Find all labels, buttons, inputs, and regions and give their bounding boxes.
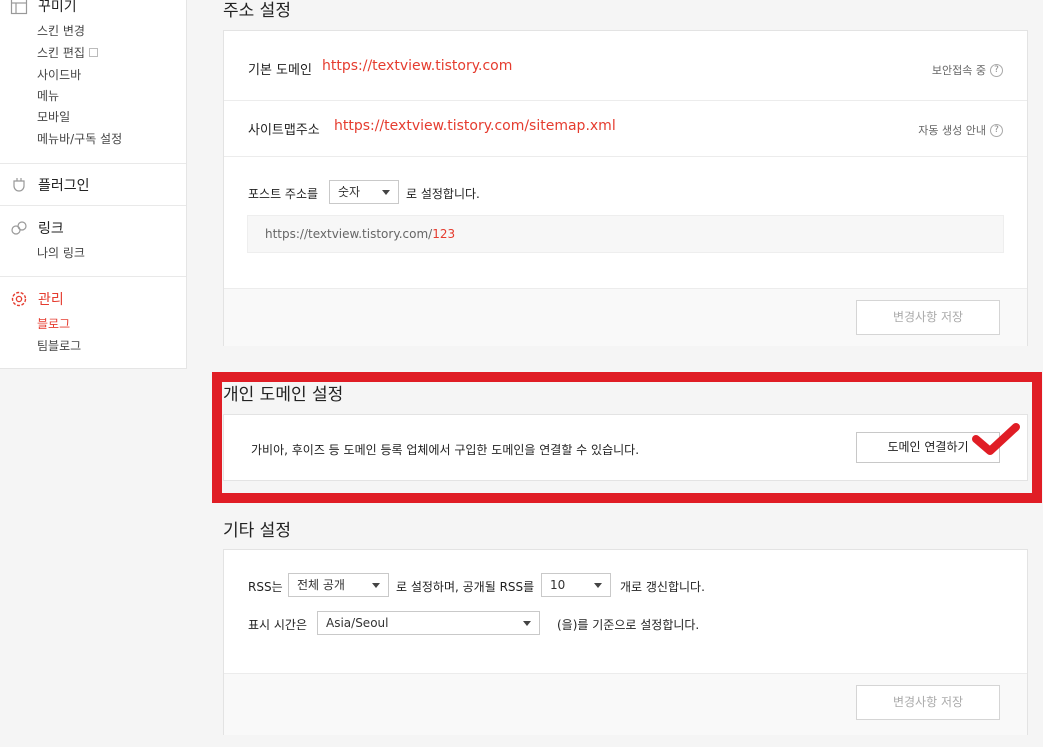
sidebar-item-blog[interactable]: 블로그	[37, 317, 70, 331]
divider	[224, 156, 1027, 157]
help-icon[interactable]: ?	[990, 63, 1003, 77]
rss-count-select[interactable]: 10	[541, 573, 611, 597]
select-value: 숫자	[338, 185, 361, 199]
select-value: 전체 공개	[297, 578, 345, 592]
select-value: Asia/Seoul	[326, 616, 389, 630]
sidebar-item-skin-change[interactable]: 스킨 변경	[37, 24, 85, 38]
help-icon[interactable]: ?	[990, 123, 1003, 137]
highlight-box	[212, 372, 1042, 503]
sidebar-head-label: 꾸미기	[38, 0, 77, 15]
divider	[224, 100, 1027, 101]
sidebar-item-menu[interactable]: 메뉴	[37, 89, 59, 103]
time-prefix: 표시 시간은	[248, 618, 308, 632]
post-address-select[interactable]: 숫자	[329, 180, 399, 204]
sidebar-item-mobile[interactable]: 모바일	[37, 110, 70, 124]
sitemap-help: 자동 생성 안내 ?	[918, 122, 1003, 138]
default-domain-label: 기본 도메인	[248, 63, 312, 78]
save-button[interactable]: 변경사항 저장	[856, 300, 1000, 335]
sidebar-item-label: 스킨 편집	[37, 46, 85, 60]
gear-icon	[10, 290, 28, 308]
divider	[0, 163, 186, 164]
caret-down-icon	[372, 583, 380, 588]
sidebar-head-decorate[interactable]: 꾸미기	[10, 0, 77, 16]
sitemap-label: 사이트맵주소	[248, 123, 320, 138]
secure-status: 보안접속 중 ?	[932, 62, 1003, 78]
checkmark-icon	[972, 423, 1020, 455]
sidebar-item-menubar[interactable]: 메뉴바/구독 설정	[37, 132, 122, 146]
secure-label: 보안접속 중	[931, 64, 986, 77]
external-link-icon	[88, 48, 98, 57]
example-url-number: 123	[432, 227, 456, 241]
sidebar-head-label: 플러그인	[38, 178, 90, 194]
sidebar-head-plugin[interactable]: 플러그인	[10, 175, 90, 195]
post-address-prefix: 포스트 주소를	[248, 187, 319, 201]
rss-prefix: RSS는	[248, 580, 283, 594]
rss-suffix: 개로 갱신합니다.	[620, 580, 705, 594]
timezone-select[interactable]: Asia/Seoul	[317, 611, 540, 635]
divider	[0, 276, 186, 277]
link-icon	[10, 219, 28, 237]
select-value: 10	[550, 578, 566, 592]
example-url: https://textview.tistory.com/123	[247, 215, 1004, 253]
default-domain-link[interactable]: https://textview.tistory.com	[322, 58, 512, 74]
divider	[0, 205, 186, 206]
address-panel: 기본 도메인 https://textview.tistory.com 보안접속…	[223, 30, 1028, 346]
save-button[interactable]: 변경사항 저장	[856, 685, 1000, 720]
caret-down-icon	[594, 583, 602, 588]
sidebar-head-label: 링크	[38, 221, 64, 237]
sitemap-link[interactable]: https://textview.tistory.com/sitemap.xml	[334, 118, 616, 134]
rss-middle: 로 설정하며, 공개될 RSS를	[396, 580, 535, 594]
plug-icon	[10, 176, 28, 194]
time-suffix: (을)를 기준으로 설정합니다.	[557, 618, 700, 632]
section-title-address: 주소 설정	[223, 1, 291, 21]
address-footer: 변경사항 저장	[224, 288, 1027, 346]
sidebar-head-link[interactable]: 링크	[10, 218, 64, 238]
sidebar: 꾸미기 스킨 변경 스킨 편집 사이드바 메뉴 모바일 메뉴바/구독 설정 플러…	[0, 0, 187, 369]
caret-down-icon	[382, 190, 390, 195]
sidebar-item-team-blog[interactable]: 팀블로그	[37, 339, 81, 353]
other-footer: 변경사항 저장	[224, 673, 1027, 735]
sidebar-head-manage[interactable]: 관리	[10, 289, 64, 309]
sitemap-help-label: 자동 생성 안내	[918, 124, 986, 137]
post-address-suffix: 로 설정합니다.	[406, 187, 480, 201]
other-panel: RSS는 전체 공개 로 설정하며, 공개될 RSS를 10 개로 갱신합니다.…	[223, 549, 1028, 735]
sidebar-head-label: 관리	[38, 292, 64, 308]
layout-icon	[10, 0, 28, 15]
sidebar-item-skin-edit[interactable]: 스킨 편집	[37, 46, 98, 60]
caret-down-icon	[523, 621, 531, 626]
rss-visibility-select[interactable]: 전체 공개	[288, 573, 389, 597]
section-title-other: 기타 설정	[223, 521, 291, 541]
example-url-base: https://textview.tistory.com/	[265, 227, 433, 241]
sidebar-item-sidebar[interactable]: 사이드바	[37, 68, 81, 82]
sidebar-item-my-link[interactable]: 나의 링크	[37, 246, 85, 260]
